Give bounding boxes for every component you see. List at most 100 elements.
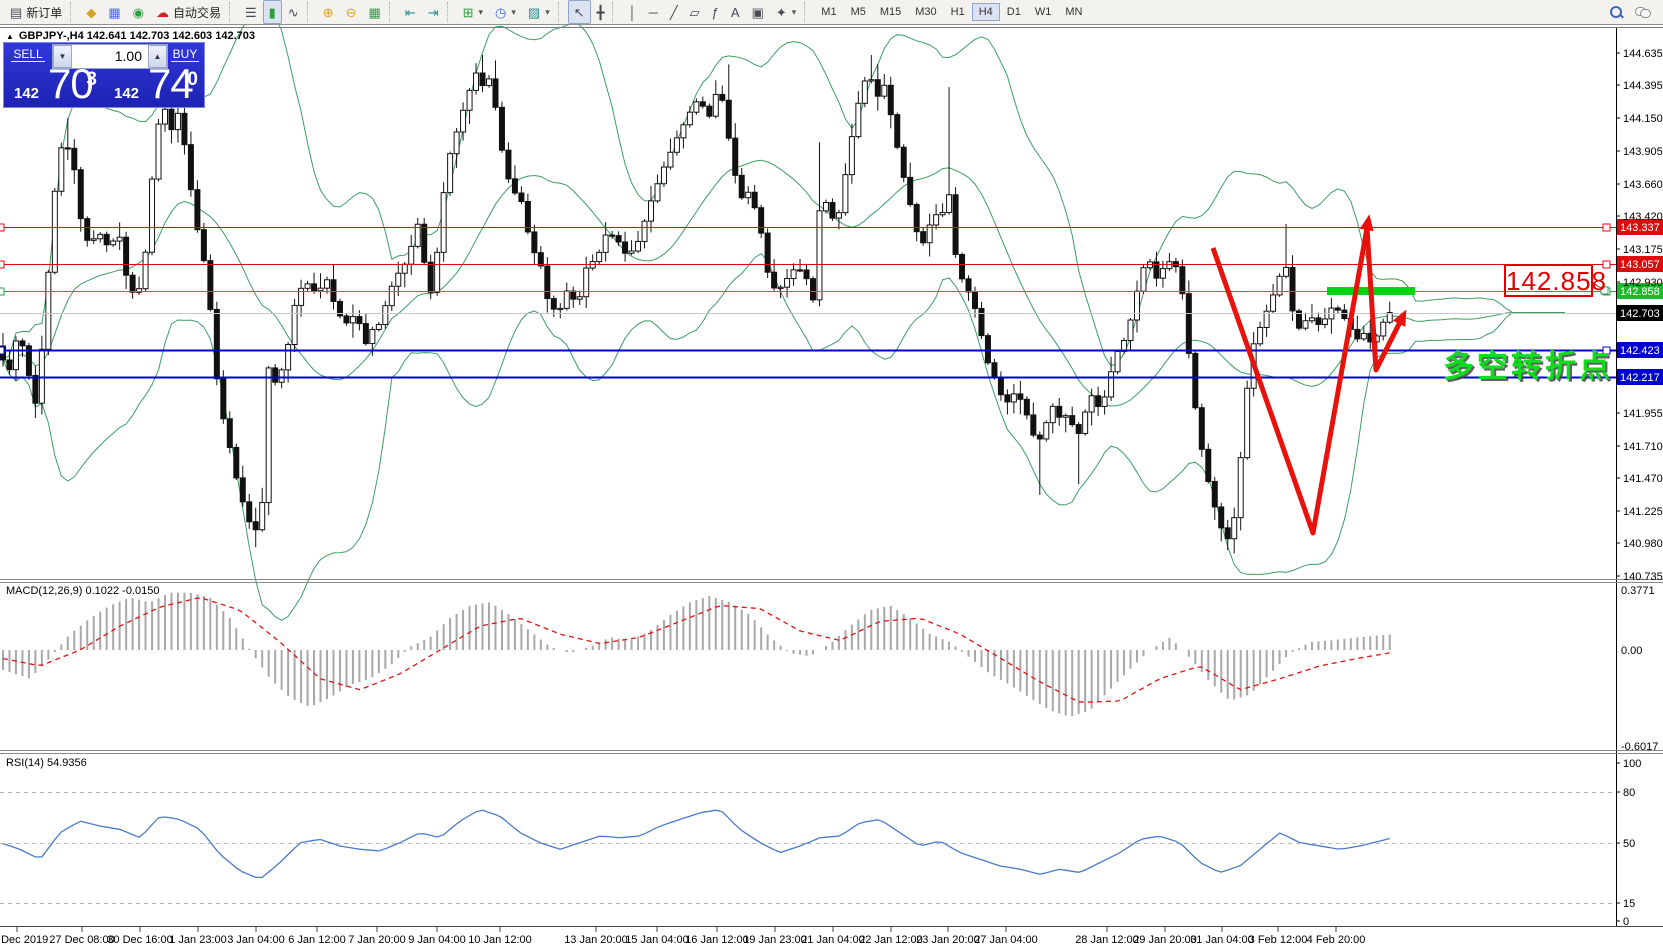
vertical-line-tool[interactable]: │ [622, 0, 642, 24]
channel-tool[interactable]: ▱ [684, 0, 706, 24]
search-icon[interactable] [1610, 6, 1623, 19]
autotrading-icon: ☁ [156, 6, 169, 19]
buy-price-big: 74 [148, 60, 193, 108]
svg-text:141.955: 141.955 [1623, 408, 1663, 420]
zoom-out-button[interactable]: ⊖ [340, 0, 363, 24]
auto-scroll-button[interactable]: ⇤ [399, 0, 422, 24]
channel-icon: ▱ [690, 6, 700, 19]
chart-canvas[interactable]: 143.337143.057142.858142.703142.423142.2… [0, 0, 1663, 949]
chevron-down-icon: ▾ [479, 7, 484, 18]
signals-button[interactable]: ◉ [127, 0, 150, 24]
zoom-in-button[interactable]: ⊕ [317, 0, 340, 24]
tile-windows-button[interactable]: ▦ [363, 0, 387, 24]
clock-icon: ◷ [495, 6, 506, 19]
line-chart-icon: ∿ [288, 6, 299, 19]
crosshair-tool-button[interactable]: ╋ [591, 0, 611, 24]
svg-text:27 Jan 04:00: 27 Jan 04:00 [974, 934, 1038, 946]
separator [70, 2, 78, 22]
text-tool[interactable]: A [725, 0, 746, 24]
timeframe-m30[interactable]: M30 [908, 3, 943, 21]
horizontal-price-lines[interactable]: 143.337143.057142.858142.703142.423142.2… [0, 219, 1663, 385]
line-handle[interactable] [0, 224, 4, 231]
new-order-button[interactable]: ▤ 新订单 [4, 0, 68, 24]
trendline-tool[interactable]: ╱ [664, 0, 684, 24]
line-handle[interactable] [0, 347, 4, 354]
chart-shift-button[interactable]: ⇥ [422, 0, 445, 24]
svg-text:30 Dec 16:00: 30 Dec 16:00 [107, 934, 172, 946]
svg-text:28 Jan 12:00: 28 Jan 12:00 [1075, 934, 1139, 946]
svg-text:-0.6017: -0.6017 [1621, 741, 1658, 753]
time-axis[interactable]: 26 Dec 201927 Dec 08:0030 Dec 16:001 Jan… [0, 927, 1365, 946]
autotrading-button[interactable]: ☁ 自动交易 [150, 0, 227, 24]
sell-price-display[interactable]: 142 70 3 [6, 67, 103, 107]
timeframe-m5[interactable]: M5 [844, 3, 873, 21]
fibonacci-tool[interactable]: ƒ [706, 0, 725, 24]
horizontal-line-tool[interactable]: ─ [643, 0, 664, 24]
svg-text:80: 80 [1623, 787, 1635, 799]
zoom-out-icon: ⊖ [346, 6, 357, 19]
arrows-tool[interactable]: ✦▾ [770, 0, 802, 24]
fibonacci-icon: ƒ [712, 6, 719, 19]
svg-text:144.635: 144.635 [1623, 48, 1663, 60]
timeframe-mn[interactable]: MN [1058, 3, 1089, 21]
svg-text:16 Jan 12:00: 16 Jan 12:00 [685, 934, 749, 946]
add-chart-button[interactable]: ⊞▾ [457, 0, 489, 24]
cursor-tool-button[interactable]: ↖ [568, 0, 591, 24]
chevron-down-icon: ▾ [545, 7, 550, 18]
add-chart-icon: ⊞ [463, 6, 474, 19]
chevron-down-icon: ▾ [792, 7, 797, 18]
signals-icon: ◉ [133, 6, 144, 19]
periods-button[interactable]: ◷▾ [489, 0, 522, 24]
svg-text:15: 15 [1623, 898, 1635, 910]
separator [389, 2, 397, 22]
timeframe-w1[interactable]: W1 [1028, 3, 1059, 21]
market-watch-button[interactable]: ▦ [102, 0, 126, 24]
crosshair-icon: ╋ [597, 6, 605, 19]
label-tool[interactable]: ▣ [746, 0, 770, 24]
svg-text:1 Jan 23:00: 1 Jan 23:00 [169, 934, 227, 946]
price-annotation-box[interactable]: 142.858 [1504, 264, 1593, 297]
timeframe-d1[interactable]: D1 [1000, 3, 1028, 21]
svg-text:144.150: 144.150 [1623, 113, 1663, 125]
chinese-annotation-text[interactable]: 多空转折点 [1443, 341, 1613, 386]
mt4-terminal: ▤ 新订单 ◆ ▦ ◉ ☁ 自动交易 ☰ ▮ ∿ ⊕ ⊖ ▦ ⇤ ⇥ ⊞▾ ◷▾… [0, 0, 1663, 949]
bar-chart-button[interactable]: ☰ [239, 0, 263, 24]
rsi-indicator-label: RSI(14) 54.9356 [6, 757, 87, 769]
timeframe-h4[interactable]: H4 [972, 3, 1000, 21]
macd-pane [3, 593, 1390, 716]
zoom-in-icon: ⊕ [323, 6, 334, 19]
timeframe-h1[interactable]: H1 [944, 3, 972, 21]
indicators-button[interactable]: ◆ [80, 0, 102, 24]
svg-text:27 Dec 08:00: 27 Dec 08:00 [49, 934, 114, 946]
sell-button[interactable]: SELL [6, 46, 50, 63]
buy-price-pip: 0 [187, 69, 198, 91]
svg-text:10 Jan 12:00: 10 Jan 12:00 [468, 934, 532, 946]
new-order-label: 新订单 [26, 4, 62, 21]
templates-button[interactable]: ▨▾ [522, 0, 556, 24]
horizontal-line-icon: ─ [649, 6, 658, 19]
svg-text:140.735: 140.735 [1623, 571, 1663, 583]
tile-windows-icon: ▦ [369, 6, 381, 19]
arrowhead-icon [1360, 214, 1374, 231]
separator [558, 2, 566, 22]
candles-layer[interactable] [1, 55, 1393, 553]
separator [447, 2, 455, 22]
symbol-ohlc-text: GBPJPY-,H4 142.641 142.703 142.603 142.7… [19, 30, 255, 42]
symbol-info: ▲ GBPJPY-,H4 142.641 142.703 142.603 142… [6, 30, 255, 42]
svg-text:141.710: 141.710 [1623, 441, 1663, 453]
timeframe-m15[interactable]: M15 [873, 3, 908, 21]
svg-text:142.423: 142.423 [1620, 345, 1660, 357]
line-chart-button[interactable]: ∿ [282, 0, 305, 24]
chart-shift-icon: ⇥ [428, 6, 439, 19]
chat-icon[interactable] [1635, 6, 1651, 18]
line-handle[interactable] [1603, 224, 1610, 231]
line-handle[interactable] [0, 261, 4, 268]
svg-text:142.930: 142.930 [1623, 277, 1663, 289]
svg-text:140.980: 140.980 [1623, 538, 1663, 550]
line-handle[interactable] [0, 288, 4, 295]
svg-text:0.00: 0.00 [1621, 645, 1642, 657]
buy-price-display[interactable]: 142 74 0 [106, 67, 204, 107]
candle-chart-button[interactable]: ▮ [263, 0, 282, 24]
buy-price-prefix: 142 [114, 85, 139, 102]
timeframe-m1[interactable]: M1 [814, 3, 843, 21]
